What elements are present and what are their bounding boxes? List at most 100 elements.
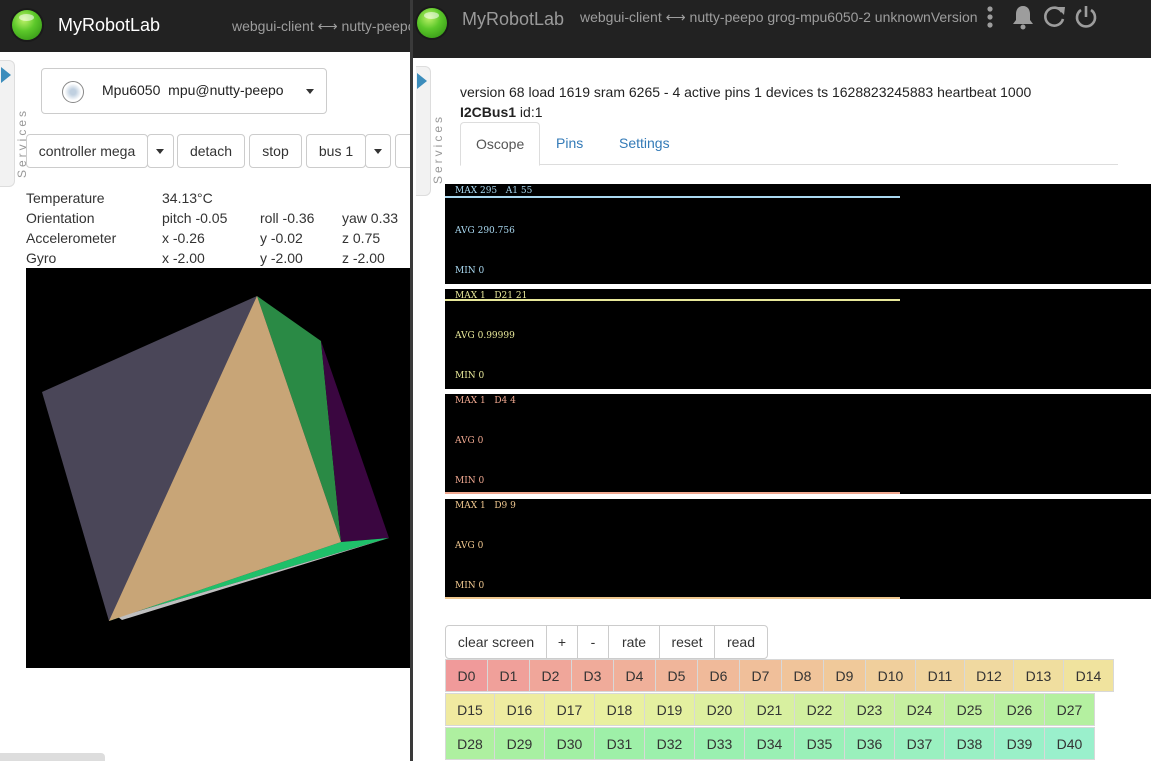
pin-d28[interactable]: D28 <box>445 727 495 760</box>
expand-arrow-icon <box>1 67 11 83</box>
bus-info: I2CBus1 id:1 <box>460 104 543 120</box>
zoom-out-button[interactable]: - <box>577 625 609 659</box>
controller-select[interactable]: controller mega <box>26 134 148 168</box>
services-tab[interactable]: Services <box>0 60 29 187</box>
sensor-value: yaw 0.33 <box>342 210 399 226</box>
pin-d30[interactable]: D30 <box>544 727 595 760</box>
expand-arrow-icon <box>417 73 427 89</box>
pin-d0[interactable]: D0 <box>445 659 488 692</box>
pin-d25[interactable]: D25 <box>944 693 995 726</box>
trace-avg: AVG 0 <box>455 541 484 551</box>
bus-id: id:1 <box>519 104 543 120</box>
trace-avg: AVG 0.99999 <box>455 331 515 341</box>
stop-button[interactable]: stop <box>249 134 302 168</box>
pin-d26[interactable]: D26 <box>994 693 1045 726</box>
connection-text: webgui-client ⟷ nutty-peepo grog-mpu6050… <box>580 9 978 25</box>
tab-settings[interactable]: Settings <box>604 122 685 164</box>
pin-d40[interactable]: D40 <box>1044 727 1095 760</box>
horizontal-scrollbar[interactable] <box>0 753 105 761</box>
oscope-trace: MAX 1 D21 21 AVG 0.99999 MIN 0 <box>445 289 1151 389</box>
left-window: MyRobotLab webgui-client ⟷ nutty-peepo S… <box>0 0 410 761</box>
pin-d35[interactable]: D35 <box>794 727 845 760</box>
pin-d9[interactable]: D9 <box>823 659 866 692</box>
detach-button[interactable]: detach <box>177 134 245 168</box>
refresh-icon[interactable] <box>1041 4 1067 30</box>
pin-d16[interactable]: D16 <box>494 693 545 726</box>
pin-d20[interactable]: D20 <box>694 693 745 726</box>
pin-d22[interactable]: D22 <box>794 693 845 726</box>
address-select[interactable] <box>395 134 410 168</box>
bell-icon[interactable] <box>1010 4 1036 30</box>
sensor-value: x -0.26 <box>162 230 205 246</box>
navbar: MyRobotLab webgui-client ⟷ nutty-peepo <box>0 0 410 52</box>
more-vert-icon[interactable] <box>977 4 1003 30</box>
tab-oscope[interactable]: Oscope <box>460 122 541 166</box>
chevron-down-icon <box>156 149 164 154</box>
service-select[interactable]: Mpu6050 mpu@nutty-peepo <box>41 68 327 114</box>
pin-d10[interactable]: D10 <box>865 659 916 692</box>
services-tab[interactable]: Services <box>416 66 445 196</box>
pin-d12[interactable]: D12 <box>964 659 1014 692</box>
pin-d15[interactable]: D15 <box>445 693 495 726</box>
sensor-label: Temperature <box>26 190 105 206</box>
bus-dropdown-toggle[interactable] <box>365 134 391 168</box>
pin-d8[interactable]: D8 <box>781 659 824 692</box>
pin-d7[interactable]: D7 <box>739 659 782 692</box>
chevron-down-icon <box>306 89 314 94</box>
logo-icon[interactable] <box>417 8 447 38</box>
pin-d33[interactable]: D33 <box>694 727 745 760</box>
pin-d39[interactable]: D39 <box>994 727 1045 760</box>
sensor-value: roll -0.36 <box>260 210 315 226</box>
pin-d13[interactable]: D13 <box>1013 659 1064 692</box>
pin-d37[interactable]: D37 <box>894 727 945 760</box>
pin-d32[interactable]: D32 <box>644 727 695 760</box>
navbar: MyRobotLab webgui-client ⟷ nutty-peepo g… <box>413 0 1151 58</box>
pin-d21[interactable]: D21 <box>744 693 795 726</box>
pin-d27[interactable]: D27 <box>1044 693 1095 726</box>
sensor-label: Accelerometer <box>26 230 117 246</box>
pin-d5[interactable]: D5 <box>655 659 698 692</box>
pin-d38[interactable]: D38 <box>944 727 995 760</box>
pin-d4[interactable]: D4 <box>613 659 656 692</box>
pin-d1[interactable]: D1 <box>487 659 530 692</box>
board-info: version 68 load 1619 sram 6265 - 4 activ… <box>460 84 1032 100</box>
trace-max: MAX 295 A1 55 <box>455 186 533 196</box>
power-icon[interactable] <box>1073 4 1099 30</box>
brand-title[interactable]: MyRobotLab <box>58 15 160 36</box>
reset-button[interactable]: reset <box>659 625 715 659</box>
controller-dropdown-toggle[interactable] <box>147 134 174 168</box>
pin-d34[interactable]: D34 <box>744 727 795 760</box>
orientation-3d-view[interactable] <box>26 268 410 668</box>
pin-d31[interactable]: D31 <box>594 727 645 760</box>
pin-d3[interactable]: D3 <box>571 659 614 692</box>
pin-d2[interactable]: D2 <box>529 659 572 692</box>
logo-icon[interactable] <box>12 10 42 40</box>
sensor-value: x -2.00 <box>162 250 205 266</box>
trace-avg: AVG 290.756 <box>455 226 515 236</box>
oscope-trace: MAX 1 D9 9 AVG 0 MIN 0 <box>445 499 1151 599</box>
trace-line <box>445 299 900 301</box>
pin-d6[interactable]: D6 <box>697 659 740 692</box>
zoom-in-button[interactable]: + <box>546 625 578 659</box>
pin-d23[interactable]: D23 <box>844 693 895 726</box>
oscope-trace: MAX 1 D4 4 AVG 0 MIN 0 <box>445 394 1151 494</box>
pin-d18[interactable]: D18 <box>594 693 645 726</box>
tab-pins[interactable]: Pins <box>541 122 598 164</box>
brand-title[interactable]: MyRobotLab <box>462 9 564 30</box>
service-id: mpu@nutty-peepo <box>168 82 284 98</box>
pin-d29[interactable]: D29 <box>494 727 545 760</box>
read-button[interactable]: read <box>714 625 768 659</box>
pin-d19[interactable]: D19 <box>644 693 695 726</box>
sensor-value: y -2.00 <box>260 250 303 266</box>
clear-screen-button[interactable]: clear screen <box>445 625 547 659</box>
pin-d24[interactable]: D24 <box>894 693 945 726</box>
bus-select[interactable]: bus 1 <box>306 134 366 168</box>
sensor-label: Gyro <box>26 250 57 266</box>
trace-line <box>445 195 900 198</box>
pin-d17[interactable]: D17 <box>544 693 595 726</box>
pin-d36[interactable]: D36 <box>844 727 895 760</box>
trace-avg: AVG 0 <box>455 436 484 446</box>
pin-d11[interactable]: D11 <box>915 659 965 692</box>
rate-button[interactable]: rate <box>608 625 660 659</box>
pin-d14[interactable]: D14 <box>1063 659 1114 692</box>
